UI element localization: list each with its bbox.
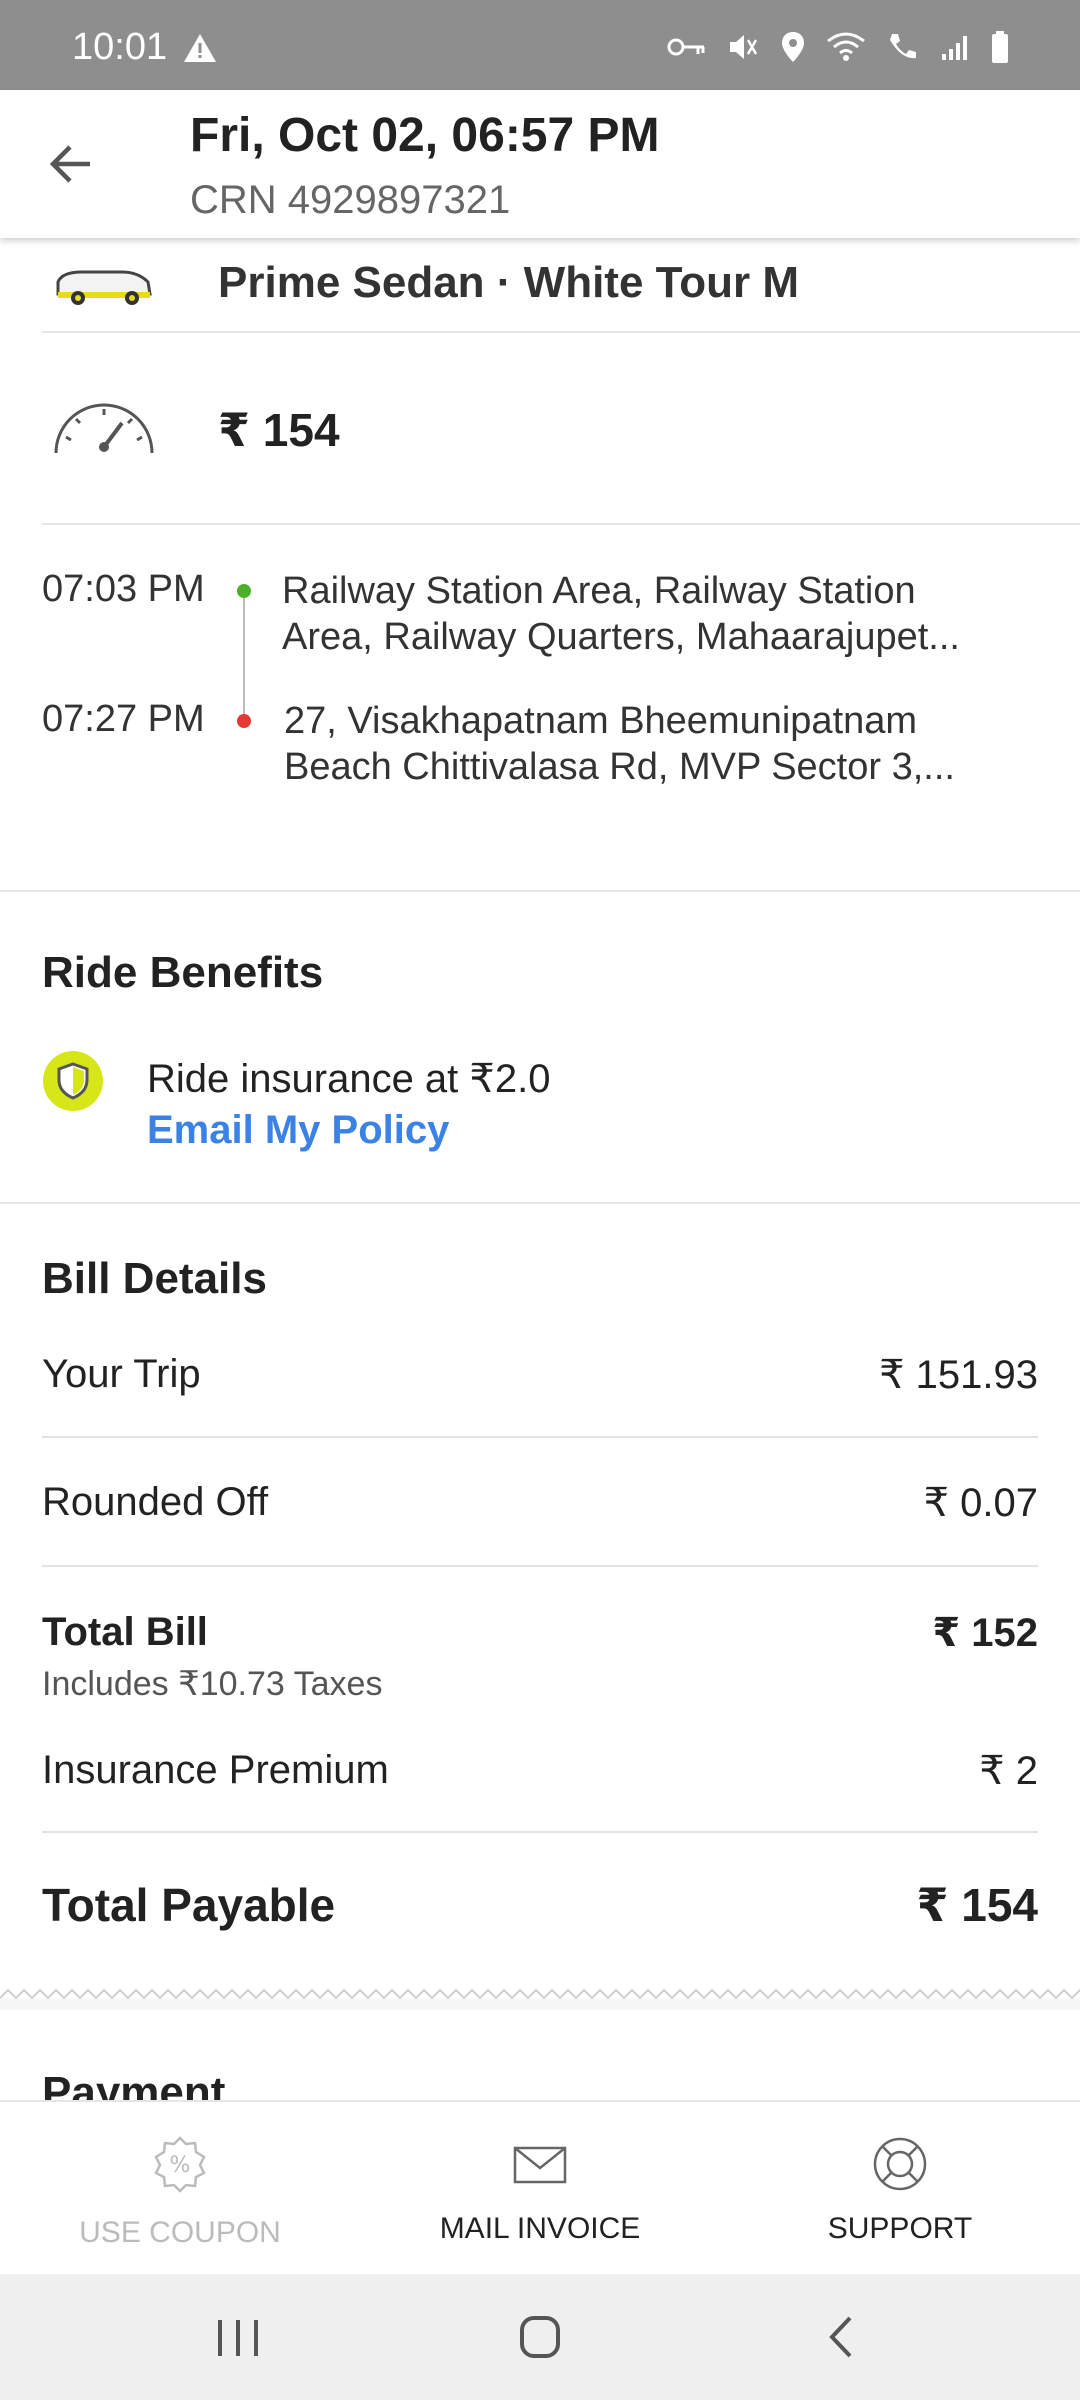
rounded-off-label: Rounded Off [42, 1480, 269, 1524]
home-button[interactable] [500, 2302, 580, 2372]
total-bill-label: Total Bill [42, 1610, 208, 1654]
speedometer-icon [52, 395, 156, 462]
cab-info-row: Prime Sedan · White Tour M [0, 238, 1080, 328]
home-icon [520, 2316, 560, 2358]
pickup-dot-icon [237, 584, 251, 598]
fare-amount: ₹ 154 [218, 404, 340, 456]
insurance-premium-value: ₹ 2 [979, 1749, 1038, 1793]
bill-details-title: Bill Details [42, 1254, 267, 1303]
back-arrow-icon [49, 145, 90, 183]
total-payable-label: Total Payable [42, 1879, 336, 1931]
drop-address-line: Beach Chittivalasa Rd, MVP Sector 3,... [284, 746, 955, 788]
total-bill-value: ₹ 152 [932, 1611, 1038, 1655]
ride-details-content[interactable]: Prime Sedan · White Tour M ₹ 154 07:03 P… [0, 238, 1080, 2100]
divider [42, 1436, 1038, 1438]
mail-invoice-button[interactable]: MAIL INVOICE [360, 2102, 720, 2276]
route-section: 07:03 PM Railway Station Area, Railway S… [0, 568, 1080, 808]
support-label: SUPPORT [827, 2212, 973, 2245]
vpn-key-icon [667, 38, 705, 56]
divider [0, 1202, 1080, 1204]
pickup-time: 07:03 PM [42, 568, 205, 610]
pickup-address: Railway Station Area, Railway Station Ar… [282, 568, 1002, 660]
insurance-text: Ride insurance at ₹2.0 [147, 1057, 551, 1101]
app-header: Fri, Oct 02, 06:57 PM CRN 4929897321 [0, 90, 1080, 238]
insurance-premium-label: Insurance Premium [42, 1748, 389, 1792]
ride-benefits-title: Ride Benefits [42, 948, 324, 997]
warning-icon [182, 32, 218, 69]
use-coupon-label: USE COUPON [79, 2216, 281, 2249]
ride-date-title: Fri, Oct 02, 06:57 PM [190, 109, 660, 162]
coupon-icon: % [154, 2136, 206, 2193]
back-chevron-icon [829, 2316, 852, 2358]
status-bar: 10:01 [0, 0, 1080, 90]
pickup-address-line: Railway Station Area, Railway Station [282, 570, 916, 612]
drop-dot-icon [237, 714, 251, 728]
route-line [243, 598, 245, 716]
mute-icon [730, 35, 758, 59]
action-bar: % USE COUPON MAIL INVOICE SUPPORT [0, 2100, 1080, 2276]
use-coupon-button[interactable]: % USE COUPON [0, 2102, 360, 2276]
total-payable-value: ₹ 154 [916, 1879, 1038, 1931]
divider [42, 523, 1080, 525]
divider [42, 1565, 1038, 1567]
shield-icon [42, 1050, 104, 1117]
status-time: 10:01 [72, 26, 168, 68]
taxes-note: Includes ₹10.73 Taxes [42, 1665, 383, 1703]
your-trip-value: ₹ 151.93 [879, 1353, 1038, 1397]
navigation-bar [0, 2274, 1080, 2400]
cab-description: Prime Sedan · White Tour M [218, 258, 800, 307]
divider [42, 331, 1080, 333]
drop-time: 07:27 PM [42, 698, 205, 740]
wifi-calling-icon [890, 34, 916, 59]
receipt-edge [0, 1988, 1080, 2010]
email-policy-link[interactable]: Email My Policy [147, 1108, 449, 1153]
drop-address: 27, Visakhapatnam Bheemunipatnam Beach C… [284, 698, 1004, 790]
back-button[interactable] [42, 134, 102, 194]
wifi-icon [827, 32, 865, 61]
crn-number: CRN 4929897321 [190, 178, 511, 222]
system-back-button[interactable] [802, 2302, 882, 2372]
lifebuoy-icon [873, 2137, 927, 2191]
drop-address-line: 27, Visakhapatnam Bheemunipatnam [284, 700, 918, 742]
car-icon [52, 266, 156, 313]
location-icon [782, 32, 804, 62]
recents-button[interactable] [198, 2302, 278, 2372]
divider [0, 890, 1080, 892]
svg-text:%: % [170, 2153, 191, 2178]
payment-title: Payment [42, 2068, 226, 2100]
support-button[interactable]: SUPPORT [720, 2102, 1080, 2276]
divider [42, 1831, 1038, 1833]
recents-icon [218, 2320, 258, 2356]
status-icons [666, 30, 1010, 64]
mail-icon [513, 2146, 567, 2184]
signal-icon [942, 36, 967, 60]
rounded-off-value: ₹ 0.07 [923, 1481, 1038, 1525]
mail-invoice-label: MAIL INVOICE [439, 2212, 641, 2245]
your-trip-label: Your Trip [42, 1352, 201, 1396]
pickup-address-line: Area, Railway Quarters, Mahaarajupet... [282, 616, 960, 658]
battery-icon [992, 31, 1008, 63]
